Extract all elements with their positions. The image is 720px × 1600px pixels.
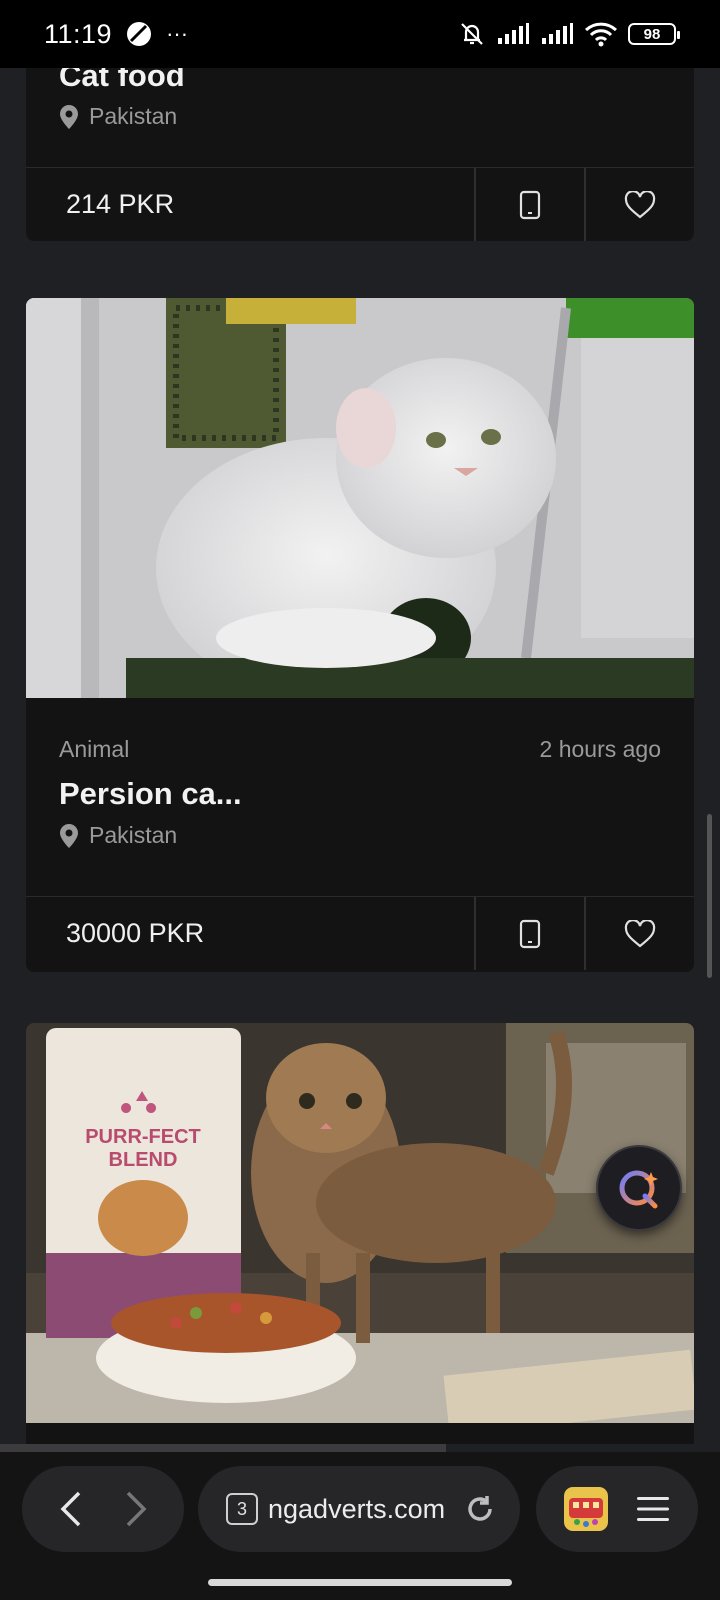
extra-controls [536, 1466, 698, 1552]
page-load-progress [0, 1444, 720, 1452]
tab-count-badge[interactable]: 3 [226, 1493, 258, 1525]
status-time: 11:19 [44, 18, 113, 49]
favorite-button[interactable] [584, 897, 694, 970]
phone-icon [519, 190, 541, 219]
listing-location: Pakistan [59, 103, 177, 130]
app-notification-icon [127, 22, 152, 46]
listing-location: Pakistan [59, 822, 177, 849]
silent-bell-icon [461, 23, 483, 45]
location-pin-icon [60, 104, 78, 129]
location-label: Pakistan [89, 822, 178, 848]
signal-sim2-icon [542, 23, 573, 44]
persian-kitten-photo [26, 298, 694, 698]
listing-price: 30000 PKR [66, 918, 205, 948]
bag-brand-line2: BLEND [109, 1149, 178, 1171]
wifi-icon [584, 22, 618, 47]
phone-icon [519, 919, 541, 948]
game-app-icon[interactable] [563, 1486, 609, 1532]
page-load-progress-fill [0, 1444, 447, 1452]
signal-sim1-icon [498, 23, 529, 44]
listing-price: 214 PKR [66, 189, 175, 219]
assistant-fab[interactable] [596, 1145, 682, 1231]
listing-card[interactable]: Cat food Pakistan 214 PKR [26, 68, 694, 241]
heart-icon [624, 919, 656, 947]
forward-arrow-icon[interactable] [120, 1489, 150, 1529]
location-label: Pakistan [89, 103, 178, 129]
listing-photo[interactable] [26, 298, 694, 698]
listing-footer: 214 PKR [26, 167, 694, 241]
listing-time-ago: 2 hours ago [539, 736, 661, 762]
listing-card[interactable]: PURR-FECT BLEND [26, 1023, 694, 1452]
assistant-q-icon [619, 1170, 658, 1209]
location-pin-icon [60, 823, 78, 848]
call-button[interactable] [474, 168, 584, 241]
reload-icon[interactable] [464, 1493, 496, 1525]
back-arrow-icon[interactable] [57, 1489, 87, 1529]
listing-card[interactable]: Animal 2 hours ago Persion ca... Pakista… [26, 298, 694, 972]
navigation-controls [22, 1466, 184, 1552]
battery-indicator: 98 [628, 23, 680, 45]
status-bar: 11:19 ··· 98 [0, 0, 720, 68]
url-text[interactable]: ngadverts.com [268, 1494, 445, 1525]
more-notifications-indicator: ··· [166, 21, 189, 46]
hamburger-menu-icon[interactable] [635, 1494, 671, 1524]
call-button[interactable] [474, 897, 584, 970]
listing-photo[interactable]: PURR-FECT BLEND [26, 1023, 694, 1423]
favorite-button[interactable] [584, 168, 694, 241]
listing-title[interactable]: Persion ca... [59, 776, 242, 812]
page-content: Cat food Pakistan 214 PKR Animal 2 hours… [0, 68, 720, 1452]
home-indicator[interactable] [208, 1579, 512, 1586]
heart-icon [624, 190, 656, 218]
browser-toolbar: 3 ngadverts.com [0, 1452, 720, 1600]
page-scrollbar[interactable] [707, 814, 712, 978]
listing-title[interactable]: Cat food [59, 68, 185, 94]
listing-category: Animal [59, 736, 130, 762]
address-bar[interactable]: 3 ngadverts.com [198, 1466, 520, 1552]
bag-brand-line1: PURR-FECT [85, 1126, 201, 1148]
listing-footer: 30000 PKR [26, 896, 694, 970]
cat-food-photo: PURR-FECT BLEND [26, 1023, 694, 1423]
